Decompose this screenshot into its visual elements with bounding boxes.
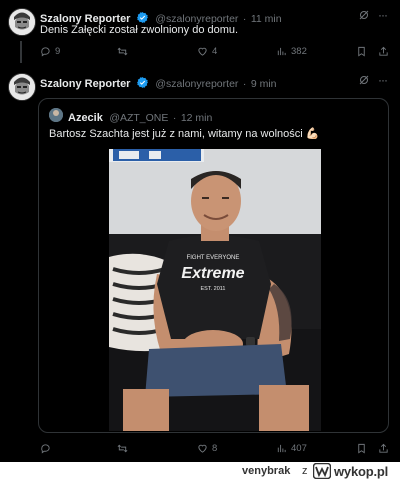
author-name[interactable]: Szalony Reporter — [40, 78, 130, 90]
views-icon — [277, 444, 286, 453]
reply-icon — [41, 444, 50, 454]
quoted-avatar[interactable] — [49, 108, 63, 122]
footer-z: z — [302, 465, 308, 477]
retweet-button[interactable] — [117, 46, 132, 57]
quoted-tweet[interactable]: Azecik @AZT_ONE · 12 min Bartosz Szachta… — [38, 98, 389, 433]
views-icon — [277, 47, 286, 56]
shirt-text-top: FIGHT EVERYONE — [187, 255, 240, 261]
avatar[interactable] — [8, 73, 36, 101]
tweet-1[interactable]: Szalony Reporter @szalonyreporter · 11 m… — [0, 0, 400, 65]
footer-username[interactable]: venybrak — [242, 465, 290, 477]
verified-badge-icon — [136, 12, 148, 23]
retweet-button[interactable] — [117, 443, 132, 454]
footer-site: wykop.pl — [334, 463, 389, 479]
wykop-footer: venybrak z wykop.pl — [0, 462, 400, 482]
like-count: 4 — [212, 46, 218, 57]
reply-count: 9 — [55, 46, 61, 57]
shirt-text-bottom: EST. 2011 — [201, 286, 226, 292]
like-count: 8 — [212, 443, 218, 454]
views-count: 382 — [291, 46, 307, 57]
heart-icon — [198, 47, 207, 56]
quoted-text: Bartosz Szachta jest już z nami, witamy … — [49, 128, 303, 140]
bookmark-icon[interactable] — [356, 443, 367, 454]
bookmark-icon[interactable] — [356, 46, 367, 57]
verified-badge-icon — [136, 77, 148, 88]
thread-line — [20, 41, 22, 63]
reply-icon — [41, 47, 50, 57]
share-icon[interactable] — [378, 46, 389, 57]
wykop-logo-icon — [313, 463, 331, 479]
quoted-author-handle[interactable]: @AZT_ONE — [109, 112, 168, 124]
author-handle[interactable]: @szalonyreporter — [155, 78, 238, 90]
quoted-author-name[interactable]: Azecik — [68, 112, 103, 124]
separator-dot: · — [242, 13, 247, 25]
avatar[interactable] — [8, 8, 36, 36]
timestamp[interactable]: 11 min — [251, 13, 282, 25]
like-button[interactable]: 4 — [197, 46, 217, 57]
retweet-icon — [117, 444, 128, 453]
reply-button[interactable]: 9 — [40, 46, 60, 57]
reply-button[interactable] — [40, 443, 55, 454]
quoted-photo[interactable]: FIGHT EVERYONE Extreme EST. 2011 — [109, 149, 321, 431]
views-button[interactable]: 382 — [276, 46, 307, 57]
quoted-tweet-text: Bartosz Szachta jest już z nami, witamy … — [49, 127, 319, 140]
retweet-icon — [117, 47, 128, 56]
timestamp[interactable]: 9 min — [251, 78, 277, 90]
wykop-logo[interactable]: wykop.pl — [313, 463, 388, 479]
quoted-timestamp[interactable]: 12 min — [181, 112, 213, 124]
grok-icon[interactable] — [358, 74, 370, 86]
more-options-icon[interactable]: ··· — [378, 73, 388, 87]
flexed-biceps-emoji: 💪🏻 — [305, 128, 320, 140]
more-options-icon[interactable]: ··· — [378, 8, 388, 22]
share-icon[interactable] — [378, 443, 389, 454]
like-button[interactable]: 8 — [197, 443, 217, 454]
heart-icon — [198, 444, 207, 453]
separator-dot: · — [172, 112, 177, 124]
shirt-text-main: Extreme — [181, 265, 244, 282]
views-count: 407 — [291, 443, 307, 454]
views-button[interactable]: 407 — [276, 443, 307, 454]
grok-icon[interactable] — [358, 9, 370, 21]
tweet-text: Denis Załęcki został zwolniony do domu. — [40, 24, 239, 36]
separator-dot: · — [242, 78, 247, 90]
